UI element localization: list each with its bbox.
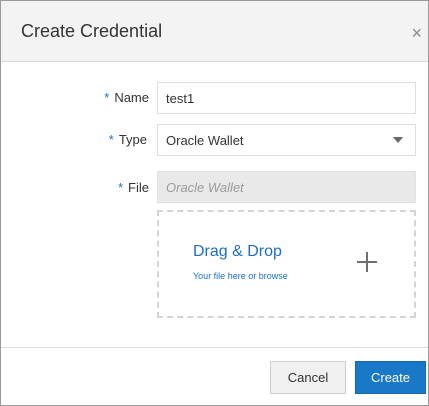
create-button[interactable]: Create xyxy=(355,361,426,394)
file-placeholder: Oracle Wallet xyxy=(166,179,244,195)
name-label-text: Name xyxy=(114,90,149,105)
create-credential-dialog: Create Credential × * Name * Type Oracle W… xyxy=(0,0,429,406)
dropzone-browse-link[interactable]: Your file here or browse xyxy=(193,271,288,281)
chevron-down-icon xyxy=(393,137,403,143)
close-icon[interactable]: × xyxy=(411,24,422,42)
file-dropzone[interactable]: Drag & Drop Your file here or browse xyxy=(157,210,416,318)
file-label-text: File xyxy=(128,180,149,195)
required-marker: * xyxy=(108,132,114,147)
name-label: * Name xyxy=(79,90,149,105)
file-label: * File xyxy=(79,180,149,195)
type-label: * Type xyxy=(77,132,147,147)
required-marker: * xyxy=(117,180,124,195)
file-input[interactable]: Oracle Wallet xyxy=(157,171,416,203)
dialog-title: Create Credential xyxy=(21,21,163,41)
type-selected-value: Oracle Wallet xyxy=(166,132,244,148)
dialog-header: Create Credential × xyxy=(1,1,428,62)
type-select[interactable]: Oracle Wallet xyxy=(157,124,416,156)
footer-divider xyxy=(1,347,428,348)
dropzone-title: Drag & Drop xyxy=(193,243,282,260)
name-input[interactable] xyxy=(157,82,416,114)
cancel-button[interactable]: Cancel xyxy=(270,361,346,394)
plus-icon[interactable] xyxy=(357,252,377,272)
required-marker: * xyxy=(104,90,110,105)
type-label-text: Type xyxy=(118,132,147,147)
